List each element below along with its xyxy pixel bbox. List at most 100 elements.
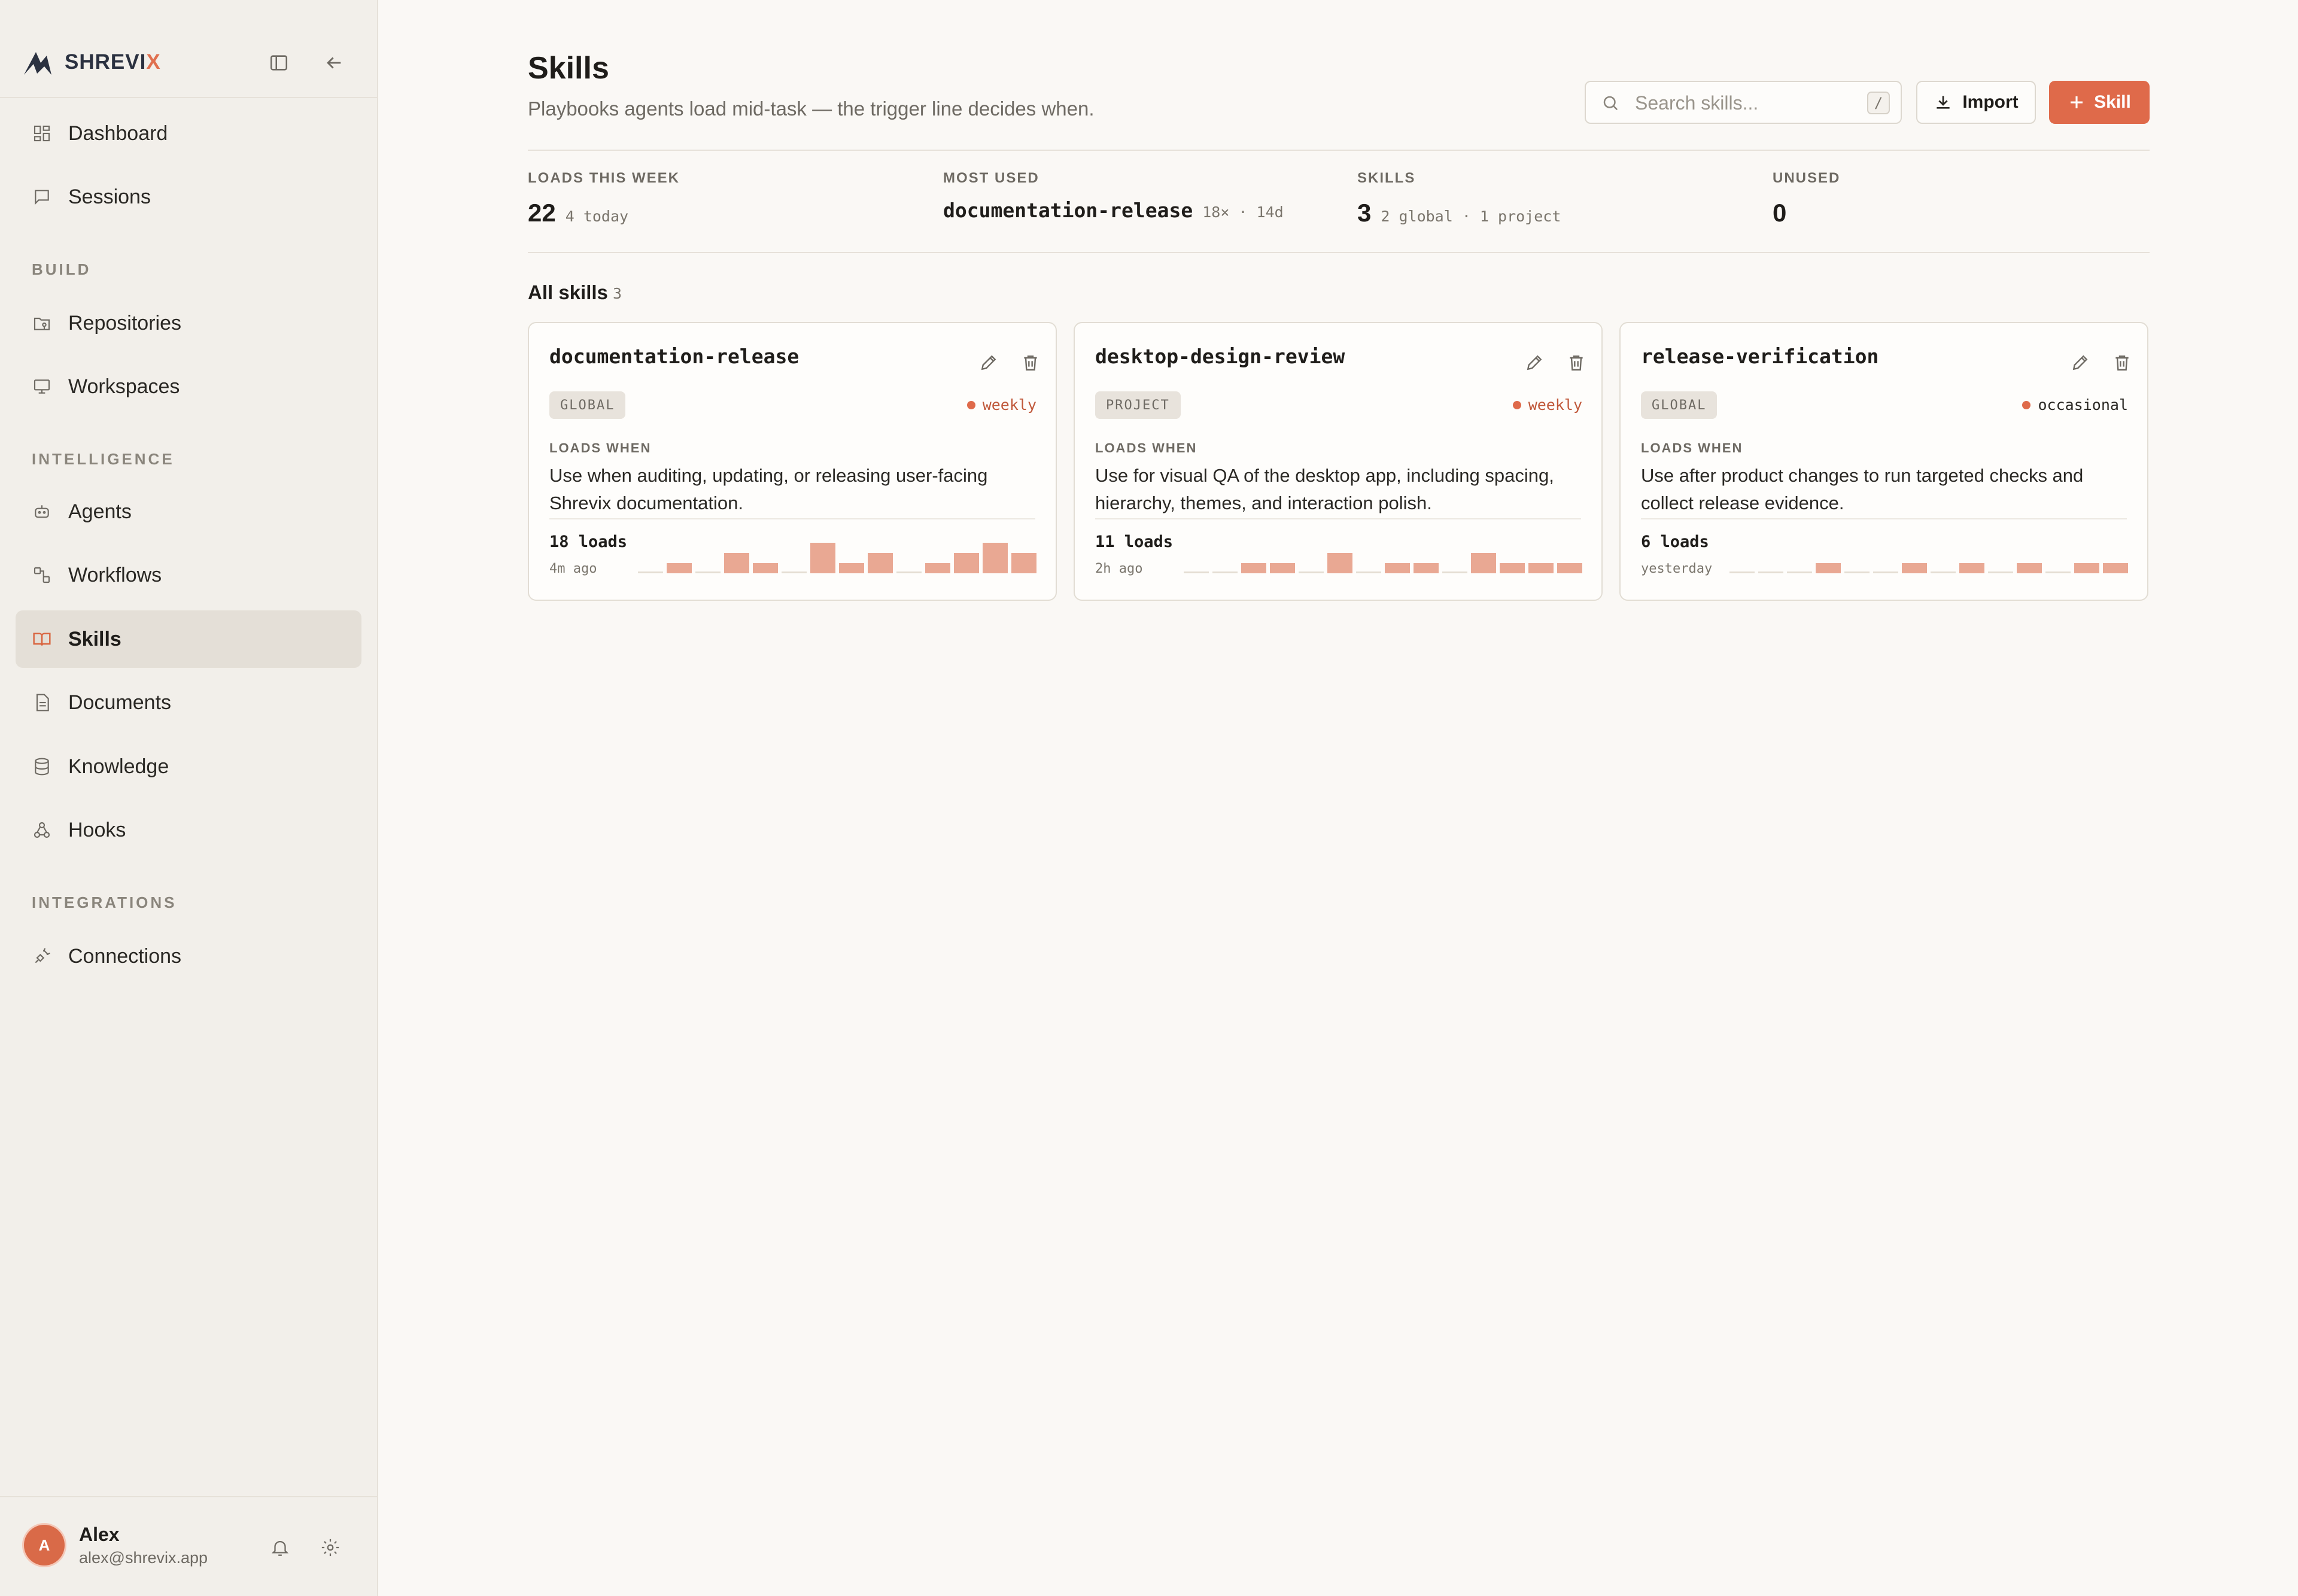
sparkline-bar	[868, 553, 893, 573]
sparkline-bar	[1902, 563, 1927, 573]
sparkline-bar	[753, 563, 778, 573]
section-title-intelligence: INTELLIGENCE	[32, 450, 175, 468]
trash-icon[interactable]	[2110, 351, 2134, 375]
all-skills-count: 3	[613, 285, 622, 302]
sidebar-item-agents[interactable]: Agents	[16, 483, 361, 540]
edit-icon[interactable]	[2068, 351, 2092, 375]
sparkline-bar	[1557, 563, 1582, 573]
loads-sparkline	[1184, 541, 1582, 573]
avatar[interactable]: A	[24, 1525, 65, 1565]
trash-icon[interactable]	[1019, 351, 1042, 375]
stat-sub: 18× · 14d	[1202, 203, 1284, 221]
sidebar-item-repositories[interactable]: Repositories	[16, 294, 361, 352]
stat-label: MOST USED	[943, 170, 1039, 186]
scope-badge: PROJECT	[1095, 391, 1181, 419]
stat-sub: 4 today	[565, 208, 629, 225]
sparkline-bar	[1442, 571, 1467, 573]
sidebar-item-label: Repositories	[68, 311, 181, 335]
sidebar-item-sessions[interactable]: Sessions	[16, 168, 361, 226]
loads-when-label: LOADS WHEN	[549, 440, 652, 455]
trash-icon[interactable]	[1564, 351, 1588, 375]
sidebar-item-label: Connections	[68, 944, 182, 968]
add-skill-button[interactable]: Skill	[2049, 81, 2150, 124]
sparkline-bar	[638, 571, 663, 573]
sidebar-toggle-icon[interactable]	[267, 51, 291, 75]
sparkline-bar	[667, 563, 692, 573]
sidebar-item-workflows[interactable]: Workflows	[16, 546, 361, 604]
sidebar-item-skills[interactable]: Skills	[16, 610, 361, 668]
sparkline-bar	[1528, 563, 1554, 573]
sparkline-bar	[695, 571, 721, 573]
sidebar-item-connections[interactable]: Connections	[16, 928, 361, 985]
import-button[interactable]: Import	[1916, 81, 2036, 124]
plus-icon	[2071, 96, 2083, 108]
search-placeholder: Search skills...	[1635, 92, 1759, 114]
monitor-icon	[31, 376, 53, 397]
sidebar-item-label: Skills	[68, 627, 121, 650]
page-subtitle: Playbooks agents load mid-task — the tri…	[528, 98, 1095, 120]
sparkline-bar	[1299, 571, 1324, 573]
search-shortcut: /	[1867, 92, 1890, 114]
folder-git-icon	[31, 312, 53, 334]
sparkline-bar	[1758, 571, 1783, 573]
stat-label: LOADS THIS WEEK	[528, 170, 680, 186]
sparkline-bar	[1184, 571, 1209, 573]
sparkline-bar	[1385, 563, 1410, 573]
bell-icon[interactable]	[267, 1534, 293, 1561]
webhook-icon	[31, 819, 53, 841]
stat-label: UNUSED	[1773, 170, 1841, 186]
user-email: alex@shrevix.app	[79, 1549, 208, 1567]
stat-value[interactable]: documentation-release	[943, 199, 1193, 222]
stat-most-used: MOST USED documentation-release 18× · 14…	[943, 170, 1284, 222]
frequency-label: weekly	[1528, 396, 1582, 414]
sidebar-item-hooks[interactable]: Hooks	[16, 801, 361, 859]
sparkline-bar	[1356, 571, 1381, 573]
edit-icon[interactable]	[1522, 351, 1546, 375]
divider	[528, 252, 2150, 253]
sparkline-bar	[1471, 553, 1496, 573]
section-title-integrations: INTEGRATIONS	[32, 893, 177, 911]
skill-card[interactable]: desktop-design-review PROJECT weekly LOA…	[1074, 322, 1603, 601]
last-loaded: yesterday	[1641, 561, 1713, 576]
skill-description: Use for visual QA of the desktop app, in…	[1095, 465, 1554, 513]
gear-icon[interactable]	[317, 1534, 344, 1561]
frequency-indicator: weekly	[1512, 396, 1582, 414]
skill-name[interactable]: release-verification	[1641, 345, 1878, 368]
frequency-indicator: weekly	[966, 396, 1036, 414]
stat-sub: 2 global · 1 project	[1381, 208, 1561, 225]
last-loaded: 4m ago	[549, 561, 597, 576]
loads-count: 6 loads	[1641, 533, 1709, 551]
sparkline-bar	[2103, 563, 2128, 573]
frequency-label: occasional	[2038, 396, 2128, 414]
sidebar-item-documents[interactable]: Documents	[16, 674, 361, 731]
edit-icon[interactable]	[977, 351, 1001, 375]
search-input[interactable]: Search skills... /	[1585, 81, 1902, 124]
stat-label: SKILLS	[1357, 170, 1416, 186]
sparkline-bar	[1787, 571, 1812, 573]
card-divider	[1641, 518, 2127, 519]
sparkline-bar	[1988, 571, 2013, 573]
sidebar-item-knowledge[interactable]: Knowledge	[16, 738, 361, 795]
frequency-dot	[966, 400, 975, 409]
collapse-arrow-icon[interactable]	[322, 51, 346, 75]
sparkline-bar	[983, 543, 1008, 573]
skill-name[interactable]: desktop-design-review	[1095, 345, 1345, 368]
database-icon	[31, 756, 53, 777]
skill-name[interactable]: documentation-release	[549, 345, 799, 368]
frequency-indicator: occasional	[2022, 396, 2128, 414]
sparkline-bar	[954, 553, 979, 573]
skill-description: Use when auditing, updating, or releasin…	[549, 465, 988, 513]
skill-card[interactable]: release-verification GLOBAL occasional L…	[1619, 322, 2148, 601]
scope-badge: GLOBAL	[549, 391, 626, 419]
stat-value: 3	[1357, 199, 1372, 227]
sparkline-bar	[1873, 571, 1898, 573]
skill-card[interactable]: documentation-release GLOBAL weekly LOAD…	[528, 322, 1057, 601]
sidebar-item-dashboard[interactable]: Dashboard	[16, 105, 361, 162]
brand-row: SHREVIX	[0, 0, 378, 98]
user-name: Alex	[79, 1524, 120, 1545]
sidebar: SHREVIX Dashboard Sessions BUILD Reposit…	[0, 0, 378, 1596]
sidebar-item-workspaces[interactable]: Workspaces	[16, 358, 361, 415]
last-loaded: 2h ago	[1095, 561, 1143, 576]
stat-unused: UNUSED 0	[1773, 170, 1840, 227]
sidebar-item-label: Workflows	[68, 563, 162, 586]
